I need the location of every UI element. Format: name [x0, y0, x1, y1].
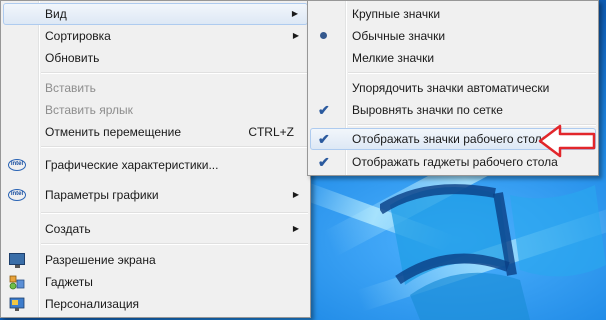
menu-separator — [41, 243, 308, 245]
menu-item-label: Обновить — [45, 51, 100, 65]
checkmark-icon: ✔ — [318, 131, 330, 147]
submenu-arrow-icon: ▶ — [292, 224, 299, 233]
menu-item-auto-arrange[interactable]: Упорядочить значки автоматически — [310, 77, 596, 99]
submenu-arrow-icon: ▶ — [291, 9, 298, 18]
menu-separator — [41, 72, 308, 74]
menu-item-label: Мелкие значки — [352, 51, 435, 65]
intel-icon: intel — [8, 159, 26, 171]
menu-item-label: Выровнять значки по сетке — [352, 103, 503, 117]
menu-item-label: Графические характеристики... — [45, 158, 219, 172]
menu-item-refresh[interactable]: Обновить — [3, 47, 308, 69]
submenu-arrow-icon: ▶ — [292, 190, 299, 199]
submenu-arrow-icon: ▶ — [292, 31, 299, 40]
monitor-icon — [9, 253, 25, 268]
gadgets-icon — [9, 275, 25, 290]
menu-separator — [41, 212, 308, 214]
menu-item-gadgets[interactable]: Гаджеты — [3, 271, 308, 293]
menu-item-label: Вставить — [45, 81, 96, 95]
menu-item-align-to-grid[interactable]: ✔ Выровнять значки по сетке — [310, 99, 596, 121]
menu-item-large-icons[interactable]: Крупные значки — [310, 3, 596, 25]
menu-item-label: Параметры графики — [45, 188, 159, 202]
menu-item-label: Вставить ярлык — [45, 103, 133, 117]
windows-logo — [380, 184, 606, 320]
red-arrow-annotation-icon — [538, 124, 596, 158]
menu-item-screen-resolution[interactable]: Разрешение экрана — [3, 249, 308, 271]
intel-icon: intel — [8, 189, 26, 201]
menu-separator — [41, 146, 308, 148]
menu-item-paste-shortcut[interactable]: Вставить ярлык — [3, 99, 308, 121]
menu-item-label: Отображать значки рабочего стола — [352, 132, 549, 146]
menu-item-medium-icons[interactable]: Обычные значки — [310, 25, 596, 47]
menu-item-label: Создать — [45, 222, 91, 236]
menu-item-label: Вид — [45, 7, 67, 21]
menu-item-label: Отображать гаджеты рабочего стола — [352, 155, 558, 169]
menu-item-label: Разрешение экрана — [45, 253, 156, 267]
menu-item-label: Персонализация — [45, 297, 140, 311]
menu-item-small-icons[interactable]: Мелкие значки — [310, 47, 596, 69]
menu-item-label: Гаджеты — [45, 275, 93, 289]
checkmark-icon: ✔ — [318, 154, 330, 170]
menu-item-label: Сортировка — [45, 29, 111, 43]
menu-item-view[interactable]: Вид ▶ — [3, 3, 308, 25]
desktop-context-menu: Вид ▶ Сортировка ▶ Обновить Вставить Вст… — [0, 0, 311, 318]
menu-item-label: Упорядочить значки автоматически — [352, 81, 550, 95]
menu-item-label: Обычные значки — [352, 29, 446, 43]
menu-item-sort[interactable]: Сортировка ▶ — [3, 25, 308, 47]
menu-item-paste[interactable]: Вставить — [3, 77, 308, 99]
menu-separator — [348, 72, 596, 74]
personalize-icon — [9, 297, 25, 311]
menu-item-label: Крупные значки — [352, 7, 441, 21]
menu-item-shortcut: CTRL+Z — [248, 125, 294, 139]
menu-item-graphics-options[interactable]: intel Параметры графики ▶ — [3, 184, 308, 206]
menu-item-label: Отменить перемещение — [45, 125, 182, 139]
menu-item-undo-move[interactable]: Отменить перемещение CTRL+Z — [3, 121, 308, 143]
radio-bullet-icon — [320, 32, 327, 39]
checkmark-icon: ✔ — [318, 102, 330, 118]
menu-item-create[interactable]: Создать ▶ — [3, 218, 308, 240]
menu-item-graphics-properties[interactable]: intel Графические характеристики... — [3, 154, 308, 176]
menu-item-personalization[interactable]: Персонализация — [3, 293, 308, 315]
